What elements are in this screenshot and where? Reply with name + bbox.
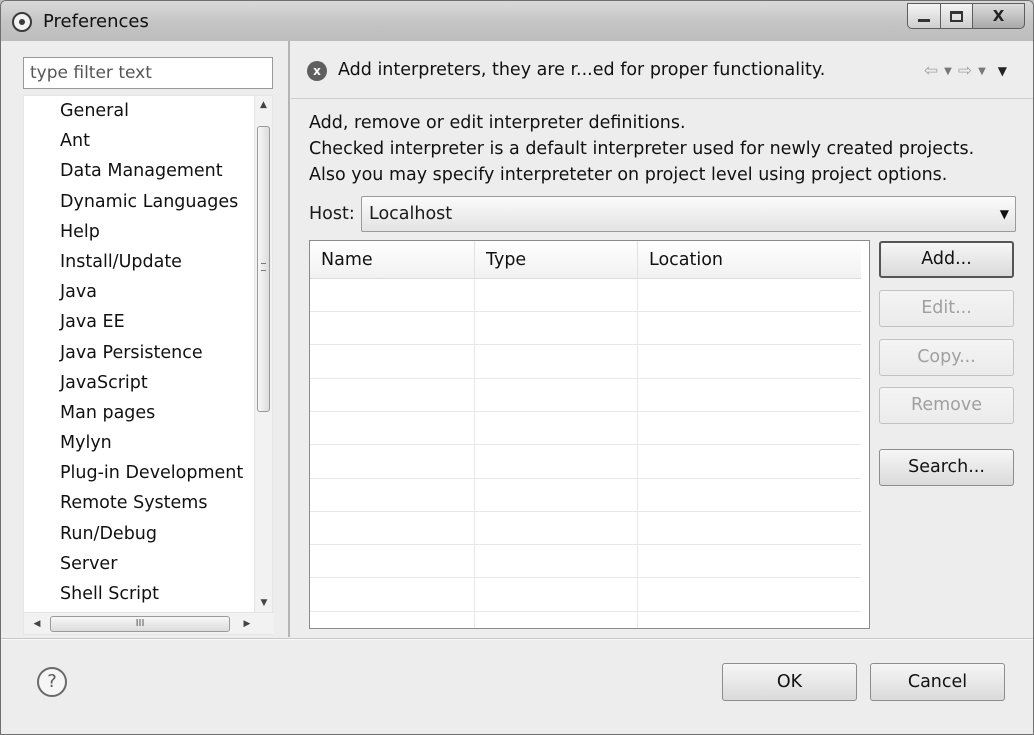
tree-item[interactable]: General bbox=[24, 96, 256, 126]
search-button-label: Search... bbox=[908, 457, 985, 477]
tree-item[interactable]: Java EE bbox=[24, 307, 256, 337]
table-row[interactable] bbox=[310, 379, 861, 412]
close-button[interactable]: X bbox=[973, 3, 1025, 29]
back-dropdown-icon[interactable]: ▼ bbox=[944, 66, 952, 77]
eclipse-app-icon bbox=[12, 12, 32, 32]
tree-items: General Ant Data Management Dynamic Languag… bbox=[24, 96, 256, 612]
column-header-name[interactable]: Name bbox=[310, 241, 475, 279]
scroll-grip-icon: III bbox=[135, 618, 145, 629]
minimize-icon bbox=[918, 18, 930, 22]
tree-item[interactable]: Man pages bbox=[24, 398, 256, 428]
add-button-label: Add... bbox=[921, 249, 972, 269]
scroll-grip-icon bbox=[261, 263, 266, 271]
tree-item[interactable]: Remote Systems bbox=[24, 488, 256, 518]
search-button[interactable]: Search... bbox=[879, 449, 1014, 486]
interpreters-table[interactable]: Name Type Location bbox=[309, 240, 870, 629]
description-line-2: Checked interpreter is a default interpr… bbox=[309, 139, 975, 159]
maximize-icon bbox=[950, 10, 963, 22]
maximize-button[interactable] bbox=[941, 3, 973, 29]
description-line-1: Add, remove or edit interpreter definiti… bbox=[309, 113, 686, 133]
preference-tree: General Ant Data Management Dynamic Languag… bbox=[23, 95, 274, 635]
tree-item[interactable]: JavaScript bbox=[24, 368, 256, 398]
copy-button-label: Copy... bbox=[917, 347, 976, 367]
tree-item[interactable]: Data Management bbox=[24, 156, 256, 186]
tree-horizontal-scrollbar[interactable]: ◀ III ▶ bbox=[24, 612, 274, 634]
help-icon[interactable]: ? bbox=[37, 667, 67, 697]
table-row[interactable] bbox=[310, 579, 861, 612]
scroll-down-icon[interactable]: ▼ bbox=[255, 594, 273, 612]
cancel-button-label: Cancel bbox=[907, 672, 968, 692]
description-line-3: Also you may specify interpreteter on pr… bbox=[309, 165, 948, 185]
window-controls: X bbox=[907, 3, 1025, 29]
vertical-scroll-thumb[interactable] bbox=[257, 126, 270, 412]
preferences-window: Preferences X GeneralAntData ManagementD… bbox=[0, 0, 1034, 735]
history-navigation: ⇦ ▼ ⇨ ▼ ▼ bbox=[918, 61, 1007, 81]
preference-navigation: GeneralAntData ManagementDynamic Languag… bbox=[11, 47, 287, 637]
edit-button[interactable]: Edit... bbox=[879, 290, 1014, 327]
tree-item[interactable]: Server bbox=[24, 549, 256, 579]
title-bar[interactable]: Preferences X bbox=[1, 1, 1033, 41]
column-divider bbox=[474, 279, 475, 628]
horizontal-scroll-thumb[interactable]: III bbox=[50, 616, 230, 632]
tree-item[interactable]: Java bbox=[24, 277, 256, 307]
column-header-type[interactable]: Type bbox=[475, 241, 638, 279]
footer-separator bbox=[1, 638, 1033, 640]
remove-button-label: Remove bbox=[910, 395, 983, 415]
ok-button-label: OK bbox=[776, 672, 803, 692]
column-header-location[interactable]: Location bbox=[638, 241, 861, 279]
table-row[interactable] bbox=[310, 479, 861, 512]
table-row[interactable] bbox=[310, 545, 861, 579]
back-arrow-icon[interactable]: ⇦ bbox=[924, 61, 938, 81]
chevron-down-icon: ▼ bbox=[999, 207, 1009, 221]
tree-vertical-scrollbar[interactable]: ▲ ▼ bbox=[254, 96, 272, 612]
page-message: Add interpreters, they are r...ed for pr… bbox=[338, 60, 826, 80]
forward-dropdown-icon[interactable]: ▼ bbox=[978, 66, 986, 77]
column-divider bbox=[637, 279, 638, 628]
tree-item[interactable]: Mylyn bbox=[24, 428, 256, 458]
tree-item[interactable]: Run/Debug bbox=[24, 519, 256, 549]
ok-button[interactable]: OK bbox=[722, 663, 857, 701]
forward-arrow-icon[interactable]: ⇨ bbox=[958, 61, 972, 81]
tree-item[interactable]: Shell Script bbox=[24, 579, 256, 609]
table-row[interactable] bbox=[310, 346, 861, 379]
scroll-up-icon[interactable]: ▲ bbox=[255, 96, 272, 114]
host-value: Localhost bbox=[369, 204, 453, 224]
table-row[interactable] bbox=[310, 446, 861, 479]
edit-button-label: Edit... bbox=[921, 298, 972, 318]
copy-button[interactable]: Copy... bbox=[879, 339, 1014, 376]
table-row[interactable] bbox=[310, 312, 861, 346]
table-row[interactable] bbox=[310, 512, 861, 546]
host-select[interactable]: Localhost ▼ bbox=[361, 196, 1016, 232]
table-header: Name Type Location bbox=[310, 241, 861, 279]
window-title: Preferences bbox=[43, 11, 149, 32]
minimize-button[interactable] bbox=[907, 3, 941, 29]
interpreters-page: x Add interpreters, they are r...ed for … bbox=[291, 41, 1033, 637]
tree-item[interactable]: Java Persistence bbox=[24, 338, 256, 368]
remove-button[interactable]: Remove bbox=[879, 387, 1014, 424]
panel-divider[interactable] bbox=[288, 41, 290, 637]
table-row[interactable] bbox=[310, 412, 861, 446]
filter-input[interactable] bbox=[23, 57, 273, 89]
tree-item[interactable]: Help bbox=[24, 217, 256, 247]
table-row[interactable] bbox=[310, 279, 861, 312]
tree-item[interactable]: Dynamic Languages bbox=[24, 187, 256, 217]
tree-item[interactable]: Plug-in Development bbox=[24, 458, 256, 488]
host-label: Host: bbox=[309, 204, 355, 224]
close-icon: X bbox=[992, 7, 1005, 25]
page-message-header: x Add interpreters, they are r...ed for … bbox=[291, 41, 1033, 99]
error-icon: x bbox=[307, 61, 327, 81]
view-menu-icon[interactable]: ▼ bbox=[998, 64, 1007, 78]
tree-item[interactable]: Ant bbox=[24, 126, 256, 156]
add-button[interactable]: Add... bbox=[879, 241, 1014, 278]
cancel-button[interactable]: Cancel bbox=[870, 663, 1005, 701]
scroll-right-icon[interactable]: ▶ bbox=[238, 613, 256, 635]
tree-item[interactable]: Install/Update bbox=[24, 247, 256, 277]
scroll-left-icon[interactable]: ◀ bbox=[28, 613, 46, 635]
